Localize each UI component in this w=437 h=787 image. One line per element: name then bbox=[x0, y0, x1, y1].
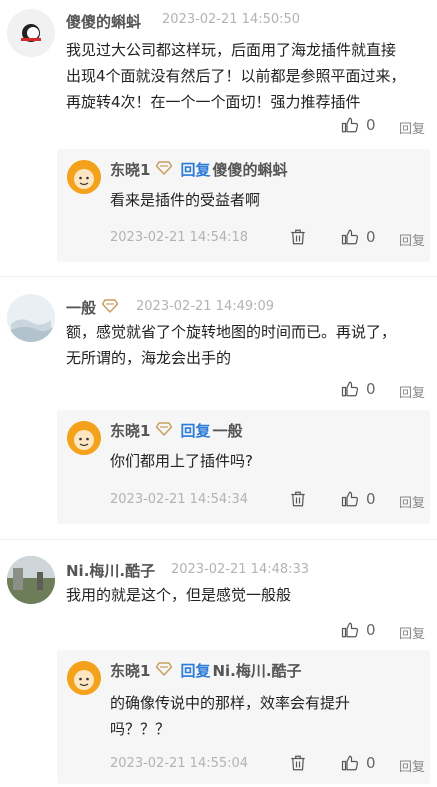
comment-1: 傻傻的蝌蚪 2023-02-21 14:50:50 我见过大公司都这样玩，后面用… bbox=[0, 0, 437, 276]
like-button[interactable]: 0 bbox=[341, 621, 376, 639]
reply-target[interactable]: 一般 bbox=[212, 420, 242, 441]
like-count: 0 bbox=[366, 754, 376, 772]
reply-box: 东晓1 回复 傻傻的蝌蚪 看来是插件的受益者啊 2023-02-21 14:54… bbox=[57, 149, 430, 262]
reply-avatar[interactable] bbox=[67, 661, 101, 695]
delete-button[interactable] bbox=[289, 754, 307, 772]
comment-author[interactable]: 一般 bbox=[66, 297, 119, 318]
reply-button[interactable]: 回复 bbox=[399, 118, 425, 137]
comment-time: 2023-02-21 14:50:50 bbox=[162, 12, 301, 27]
reply-button[interactable]: 回复 bbox=[399, 230, 425, 249]
comment-text: 我见过大公司都这样玩，后面用了海龙插件就直接 出现4个面就没有然后了！以前都是参… bbox=[66, 41, 406, 111]
reply-text: 你们都用上了插件吗? bbox=[110, 452, 253, 470]
reply-text: 的确像传说中的那样，效率会有提升 吗？？？ bbox=[110, 694, 351, 738]
like-count: 0 bbox=[366, 116, 376, 134]
badge-icon bbox=[101, 298, 119, 317]
like-button[interactable]: 0 bbox=[341, 754, 376, 772]
reply-box: 东晓1 回复 一般 你们都用上了插件吗? 2023-02-21 14:54:34… bbox=[57, 410, 430, 524]
reply-author[interactable]: 东晓1 bbox=[110, 420, 150, 441]
thumbs-up-icon bbox=[341, 491, 359, 507]
reply-text: 看来是插件的受益者啊 bbox=[110, 191, 261, 209]
reply-time: 2023-02-21 14:54:18 bbox=[110, 230, 249, 245]
reply-header: 东晓1 回复 傻傻的蝌蚪 bbox=[110, 159, 287, 180]
reply-button[interactable]: 回复 bbox=[399, 382, 425, 401]
like-count: 0 bbox=[366, 490, 376, 508]
trash-icon bbox=[291, 755, 305, 771]
reply-avatar[interactable] bbox=[67, 160, 101, 194]
comment-2: 一般 2023-02-21 14:49:09 额，感觉就省了个旋转地图的时间而已… bbox=[0, 276, 437, 539]
avatar[interactable] bbox=[7, 9, 55, 57]
thumbs-up-icon bbox=[341, 622, 359, 638]
reply-header: 东晓1 回复 Ni.梅川.酷子 bbox=[110, 660, 302, 681]
avatar[interactable] bbox=[7, 556, 55, 604]
comment-text: 我用的就是这个，但是感觉一般般 bbox=[66, 586, 292, 604]
trash-icon bbox=[291, 229, 305, 245]
reply-button[interactable]: 回复 bbox=[399, 623, 425, 642]
reply-author[interactable]: 东晓1 bbox=[110, 159, 150, 180]
like-count: 0 bbox=[366, 621, 376, 639]
avatar-face-icon bbox=[67, 160, 101, 194]
reply-avatar[interactable] bbox=[67, 421, 101, 455]
thumbs-up-icon bbox=[341, 755, 359, 771]
reply-time: 2023-02-21 14:55:04 bbox=[110, 756, 249, 771]
delete-button[interactable] bbox=[289, 228, 307, 246]
avatar[interactable] bbox=[7, 294, 55, 342]
thumbs-up-icon bbox=[341, 381, 359, 397]
badge-icon bbox=[156, 661, 173, 680]
reply-box: 东晓1 回复 Ni.梅川.酷子 的确像传说中的那样，效率会有提升 吗？？？ 20… bbox=[57, 650, 430, 784]
like-count: 0 bbox=[366, 228, 376, 246]
badge-icon bbox=[156, 421, 173, 440]
reply-button[interactable]: 回复 bbox=[399, 492, 425, 511]
comment-3: Ni.梅川.酷子 2023-02-21 14:48:33 我用的就是这个，但是感… bbox=[0, 539, 437, 787]
avatar-photo-icon bbox=[7, 556, 55, 604]
avatar-face-icon bbox=[67, 661, 101, 695]
reply-word: 回复 bbox=[180, 161, 211, 179]
like-count: 0 bbox=[366, 380, 376, 398]
reply-time: 2023-02-21 14:54:34 bbox=[110, 492, 249, 507]
comment-author[interactable]: Ni.梅川.酷子 bbox=[66, 560, 155, 581]
reply-word: 回复 bbox=[180, 662, 211, 680]
delete-button[interactable] bbox=[289, 490, 307, 508]
reply-author[interactable]: 东晓1 bbox=[110, 660, 150, 681]
badge-icon bbox=[156, 160, 173, 179]
avatar-logo-icon bbox=[7, 9, 55, 57]
comment-author[interactable]: 傻傻的蝌蚪 bbox=[66, 11, 141, 32]
like-button[interactable]: 0 bbox=[341, 380, 376, 398]
like-button[interactable]: 0 bbox=[341, 228, 376, 246]
like-button[interactable]: 0 bbox=[341, 490, 376, 508]
reply-header: 东晓1 回复 一般 bbox=[110, 420, 242, 441]
comment-time: 2023-02-21 14:48:33 bbox=[171, 562, 310, 577]
thumbs-up-icon bbox=[341, 229, 359, 245]
avatar-landscape-icon bbox=[7, 294, 55, 342]
reply-target[interactable]: Ni.梅川.酷子 bbox=[212, 660, 301, 681]
trash-icon bbox=[291, 491, 305, 507]
thumbs-up-icon bbox=[341, 117, 359, 133]
reply-button[interactable]: 回复 bbox=[399, 756, 425, 775]
comment-time: 2023-02-21 14:49:09 bbox=[136, 299, 275, 314]
avatar-face-icon bbox=[67, 421, 101, 455]
like-button[interactable]: 0 bbox=[341, 116, 376, 134]
comment-text: 额，感觉就省了个旋转地图的时间而已。再说了， 无所谓的，海龙会出手的 bbox=[66, 323, 397, 367]
reply-target[interactable]: 傻傻的蝌蚪 bbox=[212, 159, 287, 180]
reply-word: 回复 bbox=[180, 422, 211, 440]
